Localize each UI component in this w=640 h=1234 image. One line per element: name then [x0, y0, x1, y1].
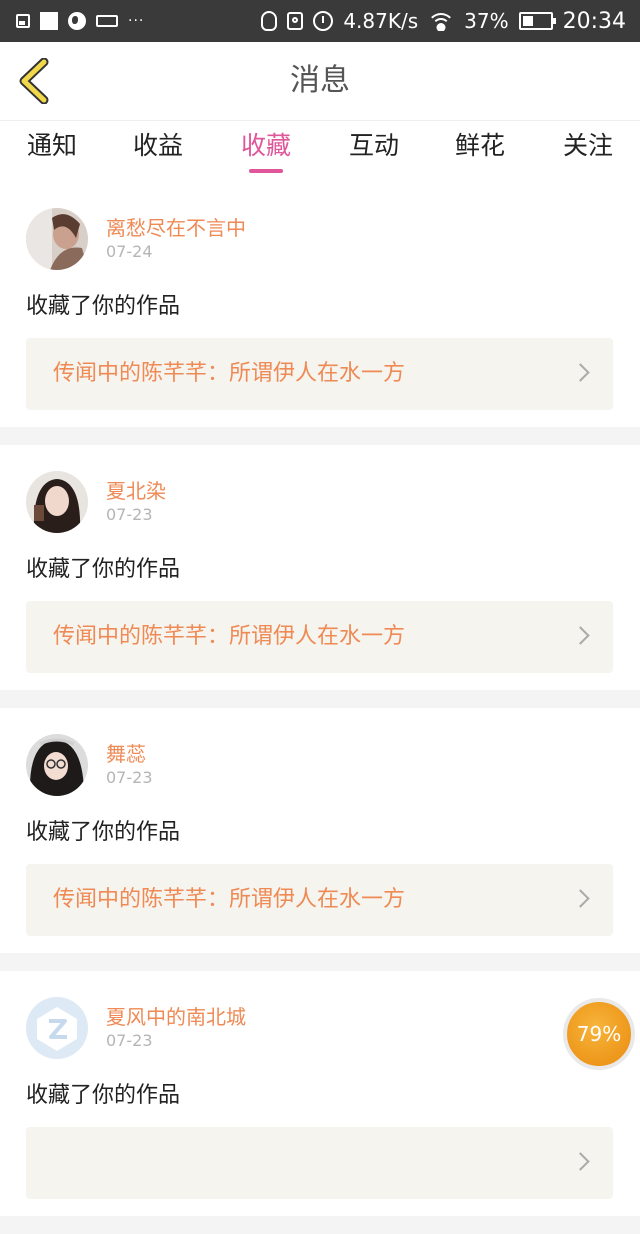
sim-card-icon [96, 15, 118, 27]
action-text: 收藏了你的作品 [26, 557, 181, 582]
tab-interactions[interactable]: 互动 [334, 121, 414, 179]
message-date: 07-23 [106, 768, 153, 787]
list-item: 离愁尽在不言中 07-24 收藏了你的作品 传闻中的陈芊芊：所谓伊人在水一方 [0, 182, 640, 445]
hand-gesture-icon [261, 11, 278, 31]
tab-following[interactable]: 关注 [548, 121, 628, 179]
tab-label: 鲜花 [454, 131, 505, 160]
tab-label: 收益 [132, 131, 183, 160]
list-item: 舞蕊 07-23 收藏了你的作品 传闻中的陈芊芊：所谓伊人在水一方 [0, 708, 640, 971]
work-link-card[interactable]: 传闻中的陈芊芊：所谓伊人在水一方 [26, 601, 613, 673]
list-item: 夏北染 07-23 收藏了你的作品 传闻中的陈芊芊：所谓伊人在水一方 [0, 445, 640, 708]
default-avatar-icon [26, 997, 88, 1059]
message-date: 07-23 [106, 505, 153, 524]
tab-label: 通知 [26, 131, 77, 160]
tab-notifications[interactable]: 通知 [12, 121, 92, 179]
status-bar: ··· 4.87K/s 37% 20:34 [0, 0, 640, 42]
battery-percent: 37% [464, 9, 509, 33]
list-item: 夏风中的南北城 07-23 收藏了你的作品 [0, 971, 640, 1234]
tab-earnings[interactable]: 收益 [118, 121, 198, 179]
action-text: 收藏了你的作品 [26, 820, 181, 845]
screen-lock-icon [287, 12, 304, 30]
username[interactable]: 夏风中的南北城 [106, 1001, 246, 1030]
chevron-right-icon [571, 626, 590, 645]
chevron-right-icon [571, 889, 590, 908]
clock-time: 20:34 [562, 8, 626, 34]
avatar[interactable] [26, 471, 88, 533]
avatar[interactable] [26, 734, 88, 796]
page-title: 消息 [290, 63, 350, 98]
wifi-icon [428, 11, 455, 31]
floating-progress-button[interactable]: 79% [563, 998, 635, 1070]
tab-flowers[interactable]: 鲜花 [440, 121, 520, 179]
network-speed: 4.87K/s [343, 9, 419, 33]
gallery-icon [16, 14, 30, 28]
chevron-right-icon [571, 363, 590, 382]
work-link-card[interactable]: 传闻中的陈芊芊：所谓伊人在水一方 [26, 338, 613, 410]
username[interactable]: 舞蕊 [106, 738, 146, 767]
action-text: 收藏了你的作品 [26, 294, 181, 319]
notification-square-icon [40, 12, 58, 30]
navigation-bar: 消息 [0, 42, 640, 120]
battery-icon [518, 12, 556, 30]
avatar[interactable] [26, 208, 88, 270]
work-link-card[interactable]: 传闻中的陈芊芊：所谓伊人在水一方 [26, 864, 613, 936]
action-text: 收藏了你的作品 [26, 1083, 181, 1108]
alarm-icon [313, 11, 334, 31]
globe-icon [68, 12, 86, 30]
message-date: 07-23 [106, 1031, 153, 1050]
progress-label: 79% [576, 1022, 622, 1046]
username[interactable]: 夏北染 [106, 475, 166, 504]
more-notifications-icon: ··· [128, 13, 145, 29]
tab-bar: 通知 收益 收藏 互动 鲜花 关注 [0, 120, 640, 183]
message-list: 离愁尽在不言中 07-24 收藏了你的作品 传闻中的陈芊芊：所谓伊人在水一方 夏… [0, 182, 640, 1234]
username[interactable]: 离愁尽在不言中 [106, 212, 246, 241]
chevron-right-icon [571, 1152, 590, 1171]
work-title: 传闻中的陈芊芊：所谓伊人在水一方 [53, 624, 406, 649]
active-tab-indicator [249, 169, 283, 173]
tab-label: 收藏 [240, 131, 291, 160]
tab-favorites[interactable]: 收藏 [226, 121, 306, 179]
avatar[interactable] [26, 997, 88, 1059]
tab-label: 关注 [562, 131, 613, 160]
message-date: 07-24 [106, 242, 153, 261]
work-title: 传闻中的陈芊芊：所谓伊人在水一方 [53, 887, 406, 912]
work-title: 传闻中的陈芊芊：所谓伊人在水一方 [53, 361, 406, 386]
tab-label: 互动 [348, 131, 399, 160]
